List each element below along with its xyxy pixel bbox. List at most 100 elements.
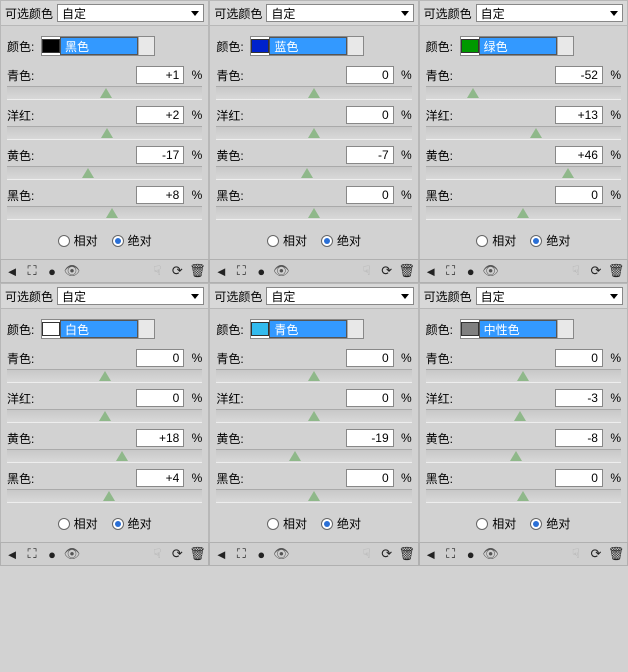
slider-thumb-cyan[interactable] (99, 371, 111, 381)
slider-input-black[interactable] (346, 186, 394, 204)
slider-track-cyan[interactable] (426, 369, 621, 383)
color-dropdown[interactable]: 白色 (41, 319, 155, 339)
slider-input-cyan[interactable] (346, 66, 394, 84)
slider-track-cyan[interactable] (216, 369, 411, 383)
slider-input-magenta[interactable] (346, 389, 394, 407)
slider-track-yellow[interactable] (426, 449, 621, 463)
trash-icon[interactable]: 🗑 (400, 547, 414, 561)
slider-thumb-magenta[interactable] (530, 128, 542, 138)
mask-icon[interactable]: ● (45, 264, 59, 278)
preset-dropdown[interactable]: 自定 (476, 287, 623, 305)
radio-relative[interactable]: 相对 (267, 232, 307, 249)
radio-absolute[interactable]: 绝对 (321, 232, 361, 249)
slider-thumb-black[interactable] (106, 208, 118, 218)
slider-thumb-magenta[interactable] (514, 411, 526, 421)
slider-track-black[interactable] (7, 206, 202, 220)
slider-input-yellow[interactable] (136, 146, 184, 164)
slider-thumb-cyan[interactable] (517, 371, 529, 381)
trash-icon[interactable]: 🗑 (190, 264, 204, 278)
expand-icon[interactable]: ⛶ (234, 547, 248, 561)
slider-thumb-magenta[interactable] (308, 411, 320, 421)
slider-track-black[interactable] (7, 489, 202, 503)
slider-track-magenta[interactable] (426, 126, 621, 140)
slider-input-black[interactable] (136, 469, 184, 487)
reset-icon[interactable]: ⟳ (170, 547, 184, 561)
trash-icon[interactable]: 🗑 (400, 264, 414, 278)
slider-thumb-cyan[interactable] (308, 371, 320, 381)
back-icon[interactable]: ◄ (5, 547, 19, 561)
preset-dropdown[interactable]: 自定 (57, 287, 204, 305)
mask-icon[interactable]: ● (464, 264, 478, 278)
back-icon[interactable]: ◄ (5, 264, 19, 278)
mask-icon[interactable]: ● (45, 547, 59, 561)
color-dropdown-chev[interactable] (557, 320, 573, 338)
slider-track-cyan[interactable] (426, 86, 621, 100)
color-dropdown[interactable]: 黑色 (41, 36, 155, 56)
color-dropdown[interactable]: 青色 (250, 319, 364, 339)
eye-icon[interactable]: 👁 (274, 547, 288, 561)
color-dropdown-chev[interactable] (138, 320, 154, 338)
slider-input-yellow[interactable] (346, 429, 394, 447)
slider-track-black[interactable] (216, 206, 411, 220)
slider-input-magenta[interactable] (136, 106, 184, 124)
trash-icon[interactable]: 🗑 (609, 264, 623, 278)
slider-input-magenta[interactable] (346, 106, 394, 124)
color-dropdown-chev[interactable] (557, 37, 573, 55)
slider-input-yellow[interactable] (346, 146, 394, 164)
eye-icon[interactable]: 👁 (484, 264, 498, 278)
back-icon[interactable]: ◄ (424, 547, 438, 561)
slider-input-black[interactable] (346, 469, 394, 487)
slider-track-yellow[interactable] (7, 166, 202, 180)
slider-thumb-magenta[interactable] (99, 411, 111, 421)
eye-icon[interactable]: 👁 (65, 547, 79, 561)
reset-icon[interactable]: ⟳ (589, 547, 603, 561)
slider-thumb-yellow[interactable] (562, 168, 574, 178)
slider-track-yellow[interactable] (7, 449, 202, 463)
preset-dropdown[interactable]: 自定 (476, 4, 623, 22)
back-icon[interactable]: ◄ (214, 547, 228, 561)
slider-input-magenta[interactable] (555, 106, 603, 124)
radio-relative[interactable]: 相对 (58, 232, 98, 249)
slider-input-yellow[interactable] (555, 146, 603, 164)
reset-icon[interactable]: ⟳ (380, 547, 394, 561)
radio-absolute[interactable]: 绝对 (112, 232, 152, 249)
slider-input-cyan[interactable] (555, 349, 603, 367)
slider-thumb-magenta[interactable] (308, 128, 320, 138)
slider-input-cyan[interactable] (136, 66, 184, 84)
slider-thumb-black[interactable] (308, 208, 320, 218)
eye-icon[interactable]: 👁 (484, 547, 498, 561)
color-dropdown-chev[interactable] (138, 37, 154, 55)
slider-track-cyan[interactable] (7, 86, 202, 100)
radio-absolute[interactable]: 绝对 (321, 515, 361, 532)
slider-track-yellow[interactable] (216, 166, 411, 180)
slider-track-black[interactable] (426, 489, 621, 503)
trash-icon[interactable]: 🗑 (609, 547, 623, 561)
reset-icon[interactable]: ⟳ (380, 264, 394, 278)
slider-thumb-cyan[interactable] (100, 88, 112, 98)
slider-track-magenta[interactable] (7, 126, 202, 140)
back-icon[interactable]: ◄ (214, 264, 228, 278)
slider-track-magenta[interactable] (426, 409, 621, 423)
slider-track-black[interactable] (216, 489, 411, 503)
slider-input-magenta[interactable] (555, 389, 603, 407)
slider-input-black[interactable] (136, 186, 184, 204)
slider-thumb-yellow[interactable] (116, 451, 128, 461)
slider-input-black[interactable] (555, 469, 603, 487)
slider-thumb-cyan[interactable] (467, 88, 479, 98)
color-dropdown[interactable]: 蓝色 (250, 36, 364, 56)
radio-relative[interactable]: 相对 (476, 515, 516, 532)
slider-track-cyan[interactable] (216, 86, 411, 100)
slider-input-black[interactable] (555, 186, 603, 204)
slider-thumb-black[interactable] (517, 208, 529, 218)
radio-absolute[interactable]: 绝对 (112, 515, 152, 532)
expand-icon[interactable]: ⛶ (234, 264, 248, 278)
mask-icon[interactable]: ● (464, 547, 478, 561)
slider-input-magenta[interactable] (136, 389, 184, 407)
mask-icon[interactable]: ● (254, 547, 268, 561)
slider-track-yellow[interactable] (426, 166, 621, 180)
back-icon[interactable]: ◄ (424, 264, 438, 278)
slider-input-cyan[interactable] (555, 66, 603, 84)
slider-track-magenta[interactable] (216, 409, 411, 423)
slider-thumb-magenta[interactable] (101, 128, 113, 138)
slider-thumb-black[interactable] (517, 491, 529, 501)
